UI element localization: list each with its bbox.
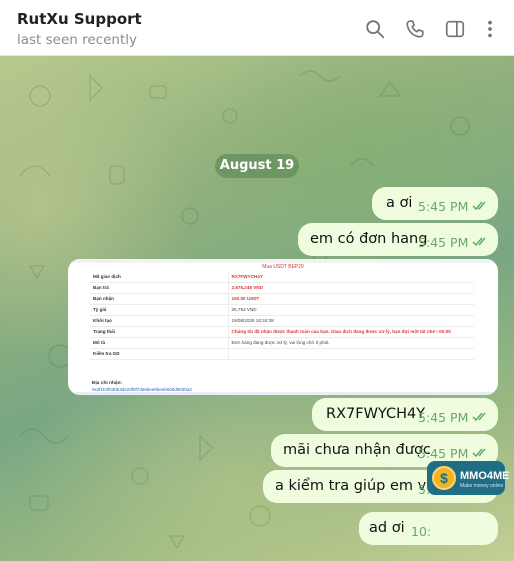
row-label: Khởi tạo — [90, 315, 229, 327]
screenshot-title: Mua USDT BEP20 — [262, 264, 304, 270]
message-time: 5:45 PM — [418, 410, 469, 425]
table-row: Mã giao dịch RX7FWYCH4Y — [90, 271, 474, 283]
table-row: Khởi tạo 19/08/2025 16:34:38 — [90, 315, 474, 327]
watermark-subtitle: Make money online — [460, 483, 504, 489]
table-row: Tỷ giá 26,753 VND — [90, 304, 474, 316]
date-separator: August 19 — [215, 154, 299, 178]
row-value: 2,675,248 VND — [228, 282, 474, 294]
wallet-label: Địa chỉ nhận: — [92, 381, 123, 386]
message-time: 10: — [411, 524, 432, 539]
more-menu-icon[interactable] — [479, 18, 501, 40]
read-check-icon — [472, 448, 486, 458]
message-text: a ơi — [386, 195, 413, 211]
message-text: mãi chưa nhận được — [283, 442, 431, 458]
row-value: 19/08/2025 16:34:38 — [228, 315, 474, 327]
row-value — [228, 348, 474, 360]
chat-header: RutXu Support last seen recently — [0, 0, 514, 56]
row-label: Bạn nhận — [90, 293, 229, 305]
table-row: Trạng thái Chúng tôi đã nhận được thanh t… — [90, 326, 474, 338]
message-text: em có đơn hang — [310, 231, 428, 247]
sidebar-toggle-icon[interactable] — [444, 18, 466, 40]
read-check-icon — [472, 237, 486, 247]
message-bubble[interactable]: RX7FWYCH4Y 5:45 PM — [312, 398, 498, 431]
message-text: RX7FWYCH4Y — [326, 406, 426, 422]
row-value: Chúng tôi đã nhận được thanh toán của bạ… — [228, 326, 474, 338]
chat-title[interactable]: RutXu Support — [17, 10, 142, 28]
message-time: 5:45 PM — [418, 199, 469, 214]
phone-icon[interactable] — [404, 18, 426, 40]
row-value: RX7FWYCH4Y — [228, 271, 474, 283]
dollar-coin-icon: $ — [432, 466, 456, 490]
row-value: Đơn hàng đang được xử lý, vui lòng chờ í… — [228, 337, 474, 349]
mmo4me-watermark: $ MMO4ME Make money online — [427, 461, 510, 495]
message-bubble[interactable]: ad ơi 10: — [359, 512, 498, 545]
read-check-icon — [472, 201, 486, 211]
row-label: Tỷ giá — [90, 304, 229, 316]
watermark-name: MMO4ME — [460, 470, 510, 482]
row-label: Kiểm tra GD — [90, 348, 229, 360]
transaction-table: Mã giao dịch RX7FWYCH4Y Bạn trả 2,675,248 … — [90, 271, 474, 360]
message-text: a kiểm tra giúp em với — [275, 478, 440, 494]
message-time: 5:45 PM — [418, 235, 469, 250]
table-row: Mô tả Đơn hàng đang được xử lý, vui lòng … — [90, 337, 474, 349]
read-check-icon — [472, 412, 486, 422]
row-label: Bạn trả — [90, 282, 229, 294]
row-label: Trạng thái — [90, 326, 229, 338]
table-row: Kiểm tra GD — [90, 348, 474, 360]
message-time: 5:45 PM — [418, 446, 469, 461]
table-row: Bạn nhận 100.00 USDT — [90, 293, 474, 305]
row-label: Mã giao dịch — [90, 271, 229, 283]
table-row: Bạn trả 2,675,248 VND — [90, 282, 474, 294]
search-icon[interactable] — [364, 18, 386, 40]
message-bubble[interactable]: a ơi 5:45 PM — [372, 187, 498, 220]
message-bubble[interactable]: em có đơn hang 5:45 PM — [298, 223, 498, 256]
message-text: ad ơi — [369, 520, 405, 536]
image-top-border — [68, 259, 498, 263]
row-label: Mô tả — [90, 337, 229, 349]
chat-status: last seen recently — [17, 32, 138, 48]
transaction-screenshot[interactable]: Mua USDT BEP20 Mã giao dịch RX7FWYCH4Y Bạ… — [68, 259, 498, 395]
row-value: 100.00 USDT — [228, 293, 474, 305]
image-bottom-bar — [68, 392, 498, 395]
row-value: 26,753 VND — [228, 304, 474, 316]
